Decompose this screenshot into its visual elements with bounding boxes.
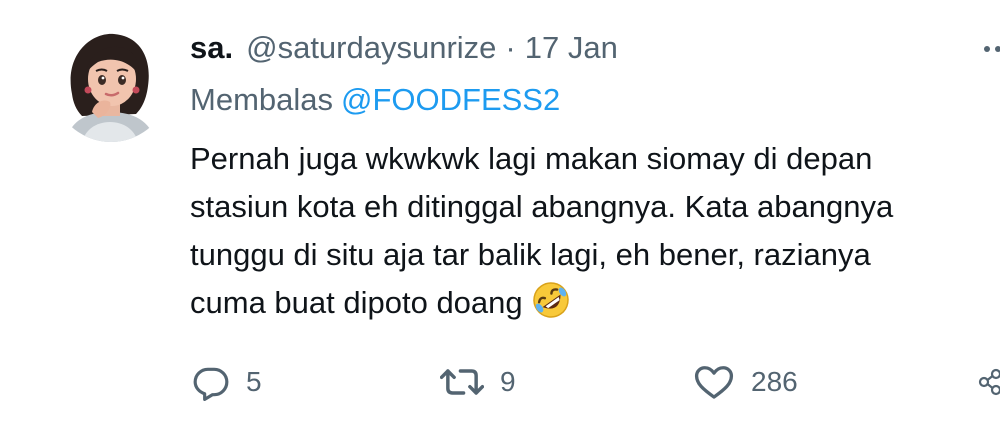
tweet-date[interactable]: 17 Jan [525, 30, 618, 66]
separator-dot: · [505, 30, 516, 65]
reply-context: Membalas @FOODFESS2 [190, 82, 560, 118]
tweet-text-line: cuma buat dipoto doang [190, 285, 523, 320]
share-action[interactable] [978, 360, 1000, 404]
tweet-text-line-last: cuma buat dipoto doang [190, 279, 1000, 327]
like-icon[interactable] [693, 363, 735, 401]
retweet-action[interactable]: 9 [440, 360, 516, 404]
avatar[interactable] [52, 24, 170, 142]
display-name[interactable]: sa. [190, 30, 233, 66]
reply-icon[interactable] [192, 363, 230, 401]
tweet-text-line: tunggu di situ aja tar balik lagi, eh be… [190, 237, 871, 272]
tweet-text-line: stasiun kota eh ditinggal abangnya. Kata… [190, 189, 894, 224]
avatar-image [66, 33, 156, 142]
rolling-laughing-emoji-icon [532, 282, 569, 318]
like-action[interactable]: 286 [693, 360, 798, 404]
user-handle[interactable]: @saturdaysunrize [246, 30, 496, 66]
tweet-text: Pernah juga wkwkwk lagi makan siomay di … [190, 135, 1000, 327]
reply-label: Membalas [190, 82, 333, 117]
reply-mention-link[interactable]: @FOODFESS2 [341, 82, 560, 117]
tweet-text-line: Pernah juga wkwkwk lagi makan siomay di … [190, 141, 873, 176]
share-icon[interactable] [978, 363, 1000, 401]
tweet-header: sa. @saturdaysunrize · 17 Jan [190, 26, 618, 70]
reply-count: 5 [246, 366, 262, 397]
more-icon[interactable] [982, 44, 1000, 54]
like-count: 286 [751, 366, 798, 397]
retweet-count: 9 [500, 366, 516, 397]
reply-action[interactable]: 5 [192, 360, 262, 404]
tweet: sa. @saturdaysunrize · 17 Jan Membalas @F… [0, 0, 1000, 427]
tweet-actions: 5 9 286 [0, 360, 1000, 404]
retweet-icon[interactable] [440, 363, 484, 401]
